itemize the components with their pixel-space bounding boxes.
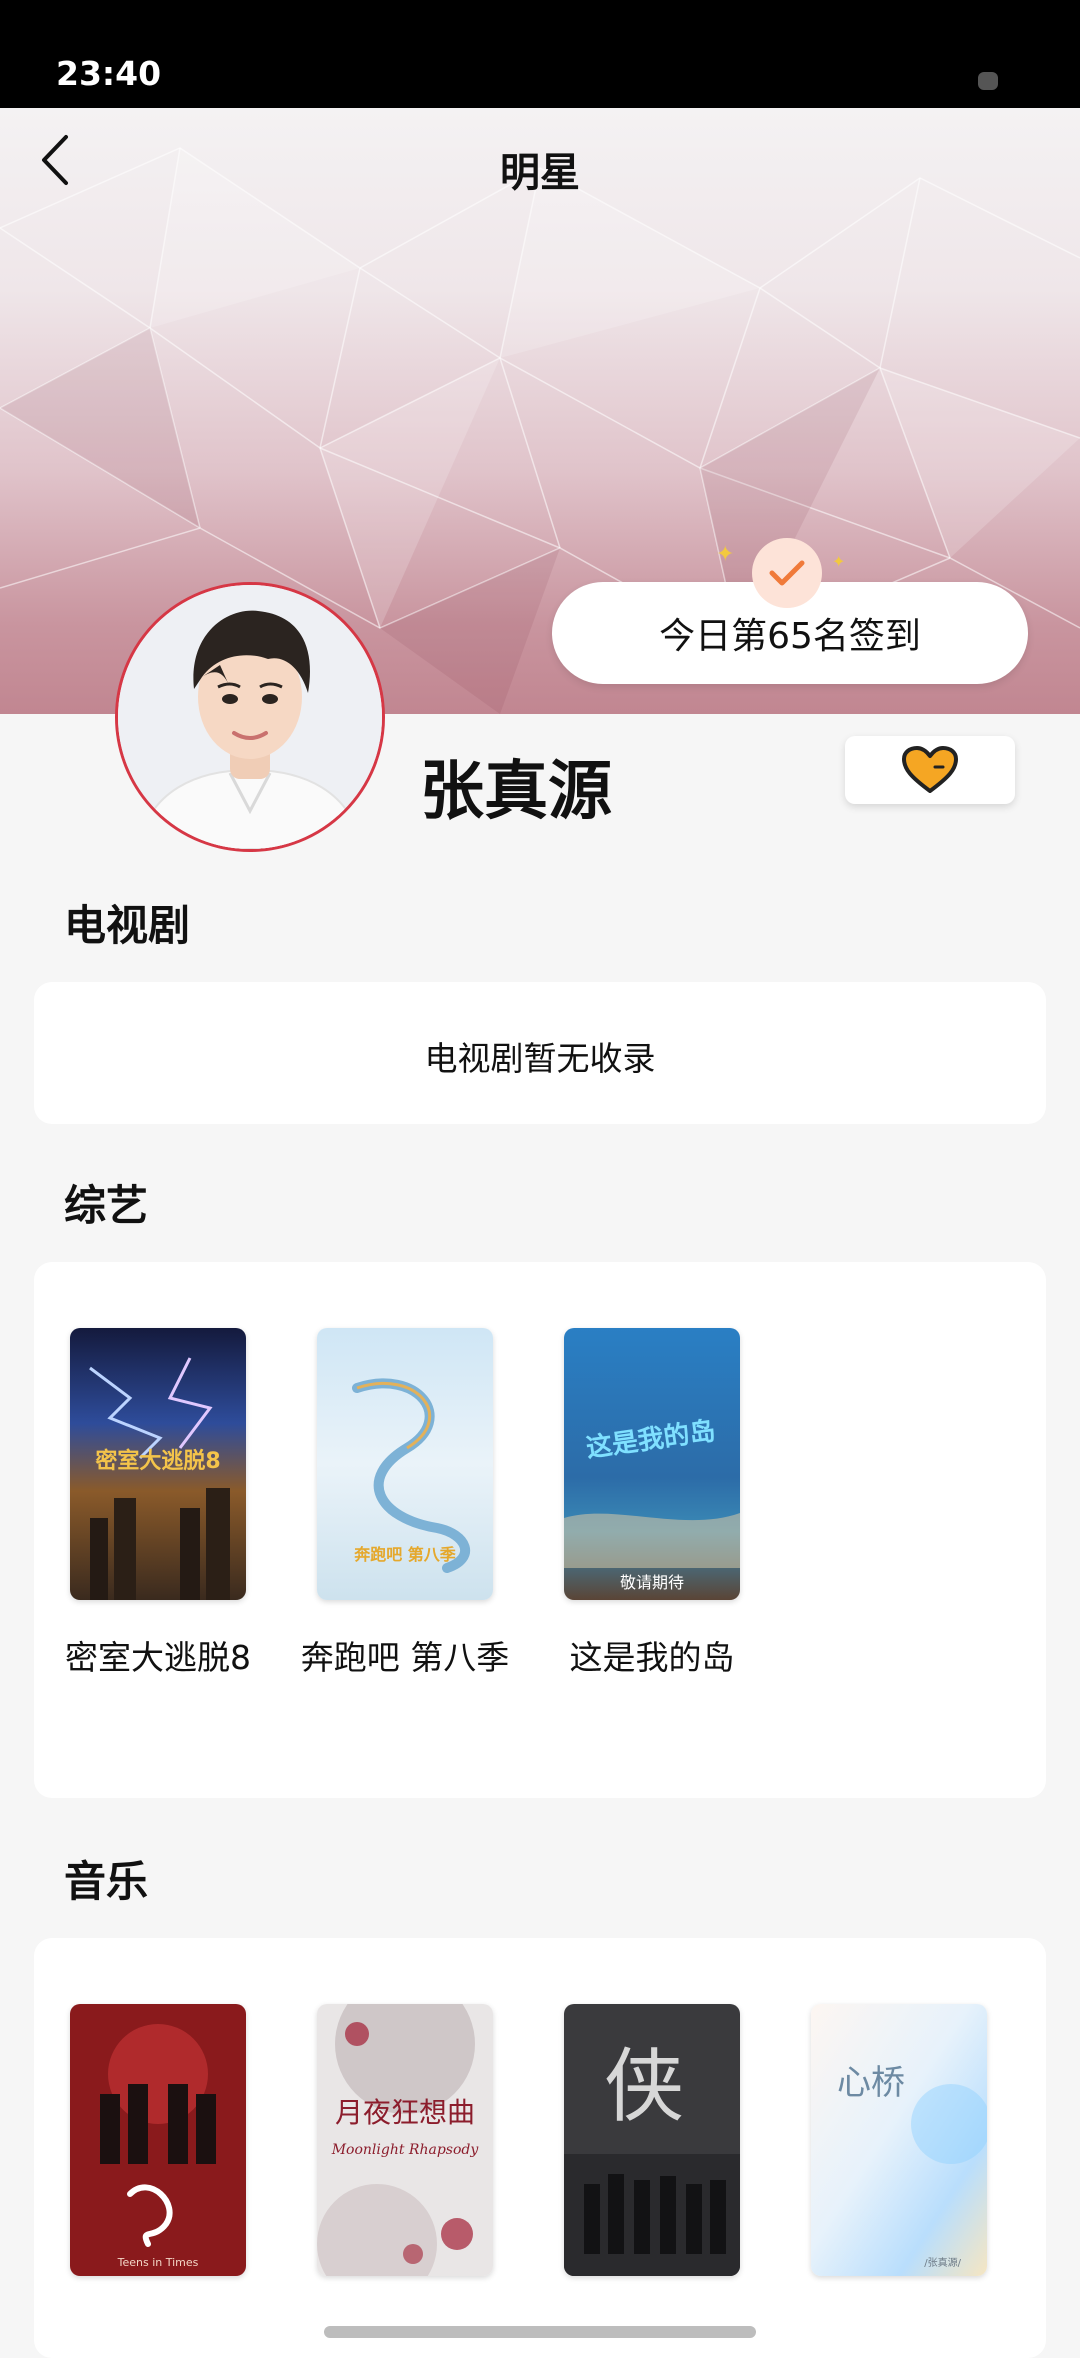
svg-text:Teens in Times: Teens in Times <box>117 2256 199 2269</box>
star-name: 张真源 <box>420 755 612 829</box>
svg-text:侠: 侠 <box>604 2040 684 2133</box>
svg-text:月夜狂想曲: 月夜狂想曲 <box>335 2096 475 2129</box>
checkin-text: 今日第65名签到 <box>659 616 921 657</box>
section-title-music: 音乐 <box>64 1857 149 1906</box>
variety-poster: 这是我的岛 敬请期待 <box>564 1328 740 1600</box>
checkmark-icon <box>769 560 805 586</box>
music-poster: 心桥 /张真源/ <box>811 2004 987 2276</box>
svg-text:心桥: 心桥 <box>837 2063 905 2103</box>
svg-text:敬请期待: 敬请期待 <box>620 1573 684 1592</box>
variety-item-label: 这是我的岛 <box>569 1638 735 1677</box>
music-item[interactable]: 心桥 /张真源/ <box>811 2004 987 2276</box>
checkin-badge <box>752 538 822 608</box>
music-poster: 月夜狂想曲 Moonlight Rhapsody <box>317 2004 493 2276</box>
notification-dot-icon <box>978 72 998 90</box>
variety-item-label: 奔跑吧 第八季 <box>300 1638 510 1677</box>
variety-item[interactable]: 密室大逃脱8 密室大逃脱8 <box>65 1328 251 1682</box>
star-detail-page: 23:40 明星 ✦ ✦ 今日第65名签到 张真源 电视剧 电视剧暂无收录 综艺… <box>0 0 1080 2358</box>
music-item[interactable]: 月夜狂想曲 Moonlight Rhapsody <box>317 2004 493 2276</box>
variety-poster: 奔跑吧 第八季 <box>317 1328 493 1600</box>
music-poster: 侠 <box>564 2004 740 2276</box>
status-time: 23:40 <box>56 54 162 93</box>
music-item[interactable]: Teens in Times <box>70 2004 246 2276</box>
section-title-variety: 综艺 <box>64 1181 149 1230</box>
heart-icon <box>902 746 958 793</box>
follow-button[interactable] <box>845 736 1015 804</box>
home-indicator[interactable] <box>324 2326 756 2338</box>
variety-poster: 密室大逃脱8 <box>70 1328 246 1600</box>
tv-card: 电视剧暂无收录 <box>34 982 1046 1124</box>
variety-item[interactable]: 这是我的岛 敬请期待 这是我的岛 <box>564 1328 740 1682</box>
section-title-tv: 电视剧 <box>64 901 191 950</box>
svg-text:/张真源/: /张真源/ <box>924 2256 961 2269</box>
avatar <box>115 582 385 852</box>
music-poster: Teens in Times <box>70 2004 246 2276</box>
music-item[interactable]: 侠 <box>564 2004 740 2276</box>
variety-item-label: 密室大逃脱8 <box>65 1638 251 1677</box>
svg-text:Moonlight Rhapsody: Moonlight Rhapsody <box>331 2142 480 2158</box>
variety-item[interactable]: 奔跑吧 第八季 奔跑吧 第八季 <box>301 1328 509 1682</box>
sparkle-icon: ✦ <box>716 542 735 567</box>
sparkle-icon: ✦ <box>832 552 846 571</box>
svg-text:奔跑吧 第八季: 奔跑吧 第八季 <box>353 1545 457 1564</box>
music-card: Teens in Times 月夜狂想曲 Moonlight Rhapsody <box>34 1938 1046 2358</box>
variety-card: 密室大逃脱8 密室大逃脱8 奔跑吧 第八季 奔跑吧 第八季 这是我的岛 敬请期待… <box>34 1262 1046 1798</box>
status-bar: 23:40 <box>0 0 1080 108</box>
page-title: 明星 <box>500 150 580 196</box>
tv-empty-text: 电视剧暂无收录 <box>424 1039 656 1078</box>
svg-text:密室大逃脱8: 密室大逃脱8 <box>95 1448 220 1474</box>
avatar-image <box>118 585 382 849</box>
